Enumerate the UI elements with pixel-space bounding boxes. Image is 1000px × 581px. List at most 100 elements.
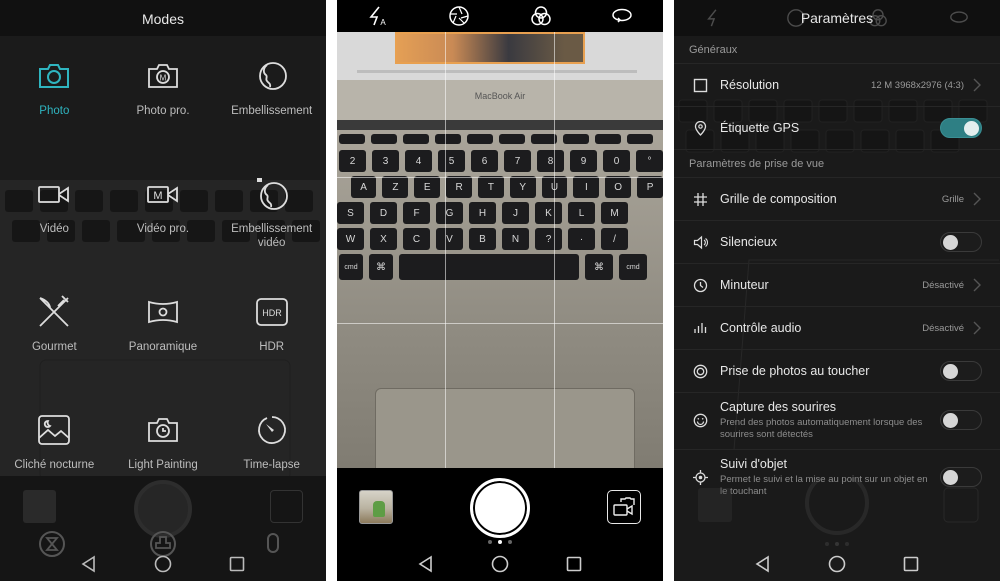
mode-panorama[interactable]: Panoramique [109,272,218,390]
key: 3 [372,150,399,172]
back-icon[interactable] [80,555,98,573]
setting-label: Grille de composition [720,192,837,206]
key: C [403,228,430,250]
mode-hdr[interactable]: HDR HDR [217,272,326,390]
camera-viewfinder[interactable]: MacBook Air 234567890 ° AZERTYUIOP SDFGHJ… [337,32,663,468]
gallery-thumbnail-dimmed [23,490,56,523]
chevron-right-icon [973,78,981,92]
smile-capture-toggle[interactable] [940,410,982,430]
key: Y [509,176,536,198]
key: V [436,228,463,250]
mode-photo[interactable]: Photo [0,36,109,154]
setting-silent[interactable]: Silencieux [674,221,1000,264]
silent-toggle[interactable] [940,232,982,252]
grid-icon [694,192,707,206]
camera-icon [39,64,70,88]
settings-list: Généraux Résolution 12 M 3968x2976 (4:3)… [674,36,1000,507]
mode-gourmet[interactable]: Gourmet [0,272,109,390]
settings-screen: Paramètres Généraux Résolution 12 M 3968… [674,0,1000,581]
mode-label: Vidéo [39,223,69,235]
setting-label: Résolution [720,78,780,92]
section-header: Généraux [674,36,1000,64]
home-icon[interactable] [828,555,846,573]
night-shot-icon [38,415,71,445]
setting-timer[interactable]: Minuteur Désactivé [674,264,1000,307]
modes-title: Modes [0,0,326,36]
beauty-video-icon [256,178,288,210]
key: 0 [603,150,630,172]
last-photo-thumbnail[interactable] [359,490,393,524]
keyboard-row: W X C V B N? · / [337,228,663,250]
page-dot-active [498,540,502,544]
laptop-screen [337,32,663,80]
svg-text:M: M [160,74,167,83]
aperture-icon[interactable] [448,5,470,27]
touch-shot-icon [693,364,708,378]
setting-value: Désactivé [922,322,964,334]
setting-gps-tag[interactable]: Étiquette GPS [674,107,1000,150]
setting-description: Prend des photos automatiquement lorsque… [720,417,923,440]
back-icon[interactable] [754,555,772,573]
mode-label: Embellissement vidéo [231,223,313,249]
key: ⌘ [369,254,393,280]
mode-video[interactable]: Vidéo [0,154,109,272]
mode-video-pro[interactable]: M Vidéo pro. [109,154,218,272]
mode-label: Panoramique [128,341,198,353]
rotate-icon[interactable] [611,5,633,27]
trackpad [375,388,635,468]
mode-photo-pro[interactable]: M Photo pro. [109,36,218,154]
mode-beauty[interactable]: Embellissement [217,36,326,154]
settings-title: Paramètres [800,10,874,26]
setting-label: Silencieux [720,235,777,249]
filters-icon[interactable] [530,5,552,27]
setting-composition-grid[interactable]: Grille de composition Grille [674,178,1000,221]
resolution-icon [693,78,708,92]
key: G [436,202,463,224]
clock-icon [693,278,708,292]
toggle-knob [943,413,958,428]
time-lapse-icon [257,416,286,444]
setting-audio-control[interactable]: Contrôle audio Désactivé [674,307,1000,350]
audio-bars-icon [694,322,707,333]
grid-line [445,32,446,468]
switch-camera-button[interactable] [607,490,641,524]
speaker-icon [693,235,708,249]
svg-text:A: A [380,18,386,27]
mode-beauty-video[interactable]: Embellissement vidéo [217,154,326,272]
touch-capture-toggle[interactable] [940,361,982,381]
shutter-button[interactable] [470,478,530,538]
home-icon[interactable] [491,555,509,573]
setting-label: Contrôle audio [720,321,802,335]
setting-label: Prise de photos au toucher [720,364,870,378]
grid-line [337,323,663,324]
recents-icon[interactable] [565,555,583,573]
flash-auto-icon[interactable]: A [367,5,389,27]
recents-icon[interactable] [228,555,246,573]
toggle-knob [943,235,958,250]
setting-label: Étiquette GPS [720,121,800,135]
mode-label: Vidéo pro. [136,223,190,235]
key: ⌘ [585,254,613,280]
keyboard-row: SDFGHJKLM [337,202,663,224]
back-icon[interactable] [417,555,435,573]
setting-value: Grille [941,193,964,205]
key: L [568,202,595,224]
chevron-right-icon [973,278,981,292]
recents-icon[interactable] [902,555,920,573]
key: cmd [339,254,363,280]
switch-camera-icon [613,497,635,516]
setting-resolution[interactable]: Résolution 12 M 3968x2976 (4:3) [674,64,1000,107]
mode-label: HDR [259,341,285,353]
gps-toggle[interactable] [940,118,982,138]
setting-touch-capture[interactable]: Prise de photos au toucher [674,350,1000,393]
grid-line [337,177,663,178]
grid-line [554,32,555,468]
setting-smile-capture[interactable]: Capture des sourires Prend des photos au… [674,393,1000,450]
key: A [350,176,377,198]
camera-top-bar: A [337,0,663,32]
home-icon[interactable] [154,555,172,573]
modes-screen: Modes Photo M Photo pro. Embellissement … [0,0,326,581]
mode-label: Light Painting [128,459,198,471]
key: X [370,228,397,250]
key: 7 [504,150,531,172]
